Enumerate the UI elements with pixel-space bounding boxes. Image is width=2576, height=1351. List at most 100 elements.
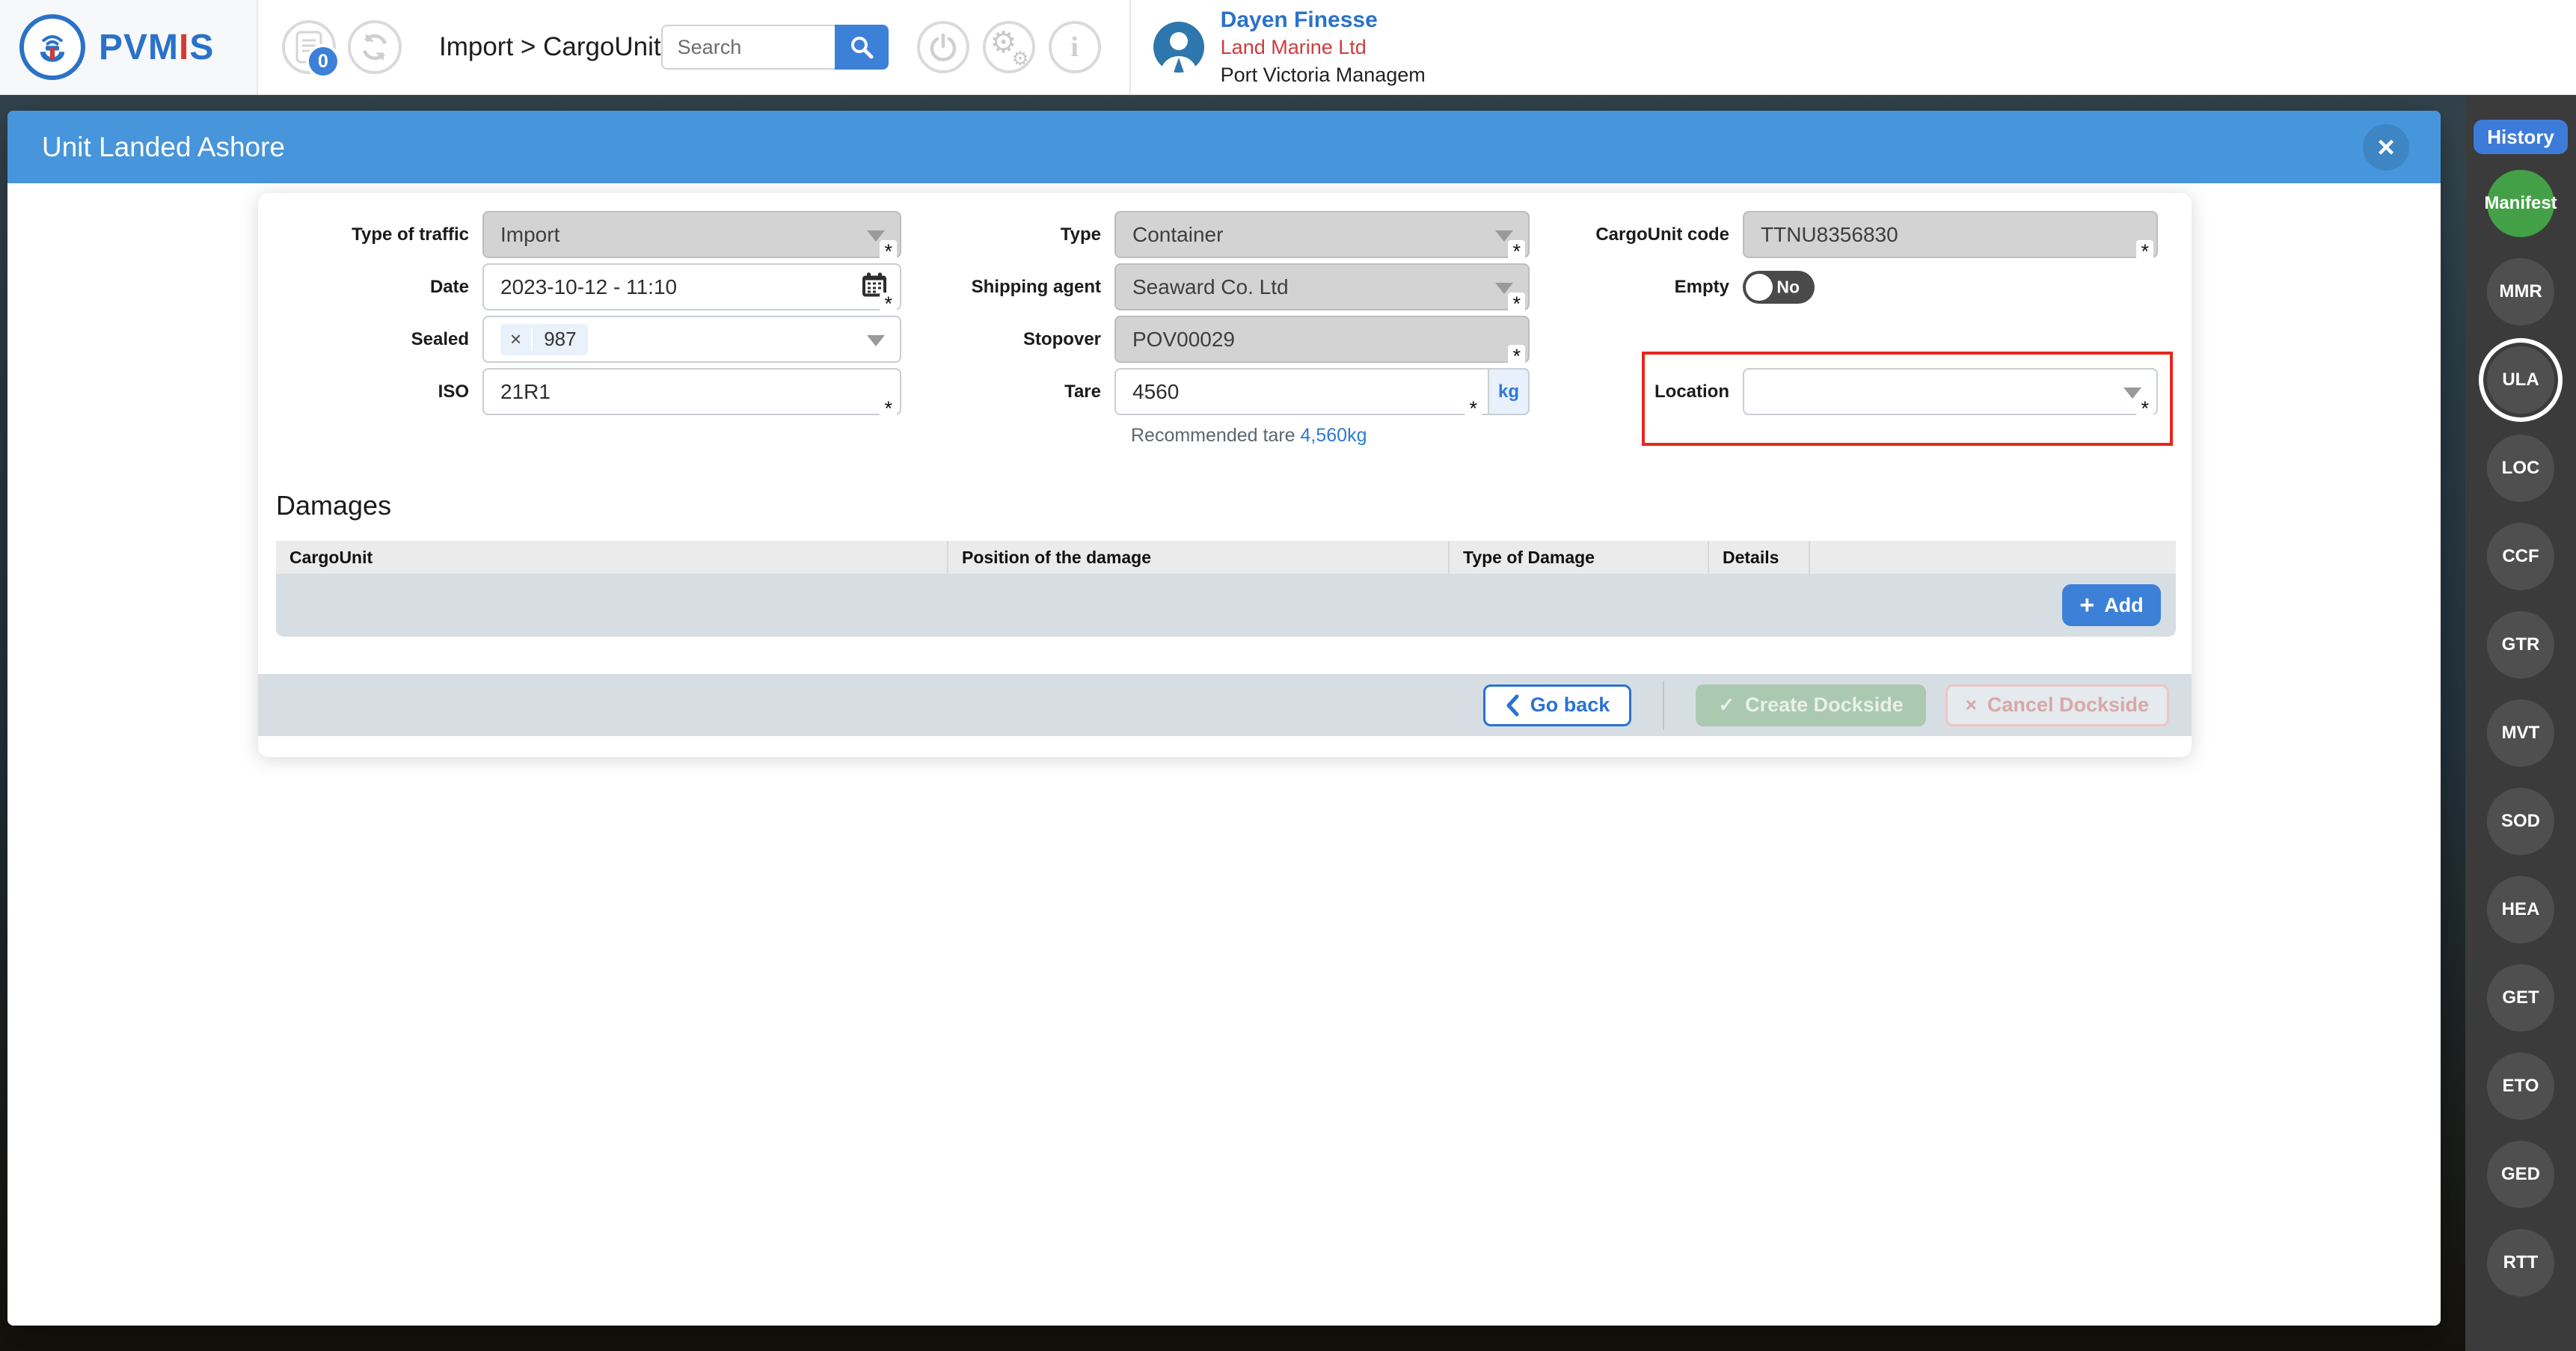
sidebar-nav-item[interactable]: SOD	[2487, 788, 2554, 855]
search-icon	[850, 37, 874, 59]
app-logo-icon	[19, 14, 85, 80]
toggle-knob	[1746, 273, 1773, 301]
required-marker: *	[880, 292, 897, 314]
right-sidebar: History Manifest MMR ULA LOC CCF GTR MVT…	[2465, 95, 2576, 1351]
avatar	[1153, 22, 1204, 73]
close-icon: ×	[2377, 130, 2395, 164]
recommended-tare-link[interactable]: 4,560kg	[1301, 425, 1367, 446]
required-marker: *	[880, 240, 897, 262]
sealed-label: Sealed	[411, 328, 469, 349]
sidebar-nav-item[interactable]: LOC	[2487, 435, 2554, 502]
sidebar-nav-item[interactable]: RTT	[2487, 1229, 2554, 1296]
search-button[interactable]	[834, 25, 889, 70]
cargo-unit-form-card: Type of traffic Import * Date 2023-10-12…	[258, 193, 2192, 757]
type-of-traffic-select: Import *	[482, 211, 901, 262]
tare-unit-addon: kg	[1488, 368, 1530, 415]
type-of-traffic-label: Type of traffic	[352, 224, 469, 245]
damages-section-title: Damages	[276, 490, 392, 521]
cargounit-code-label: CargoUnit code	[1595, 224, 1729, 245]
damages-column-header	[1809, 541, 2176, 574]
plus-icon: +	[2079, 591, 2095, 619]
close-modal-button[interactable]: ×	[2363, 123, 2409, 171]
remove-chip-icon[interactable]: ×	[500, 328, 533, 351]
power-icon	[930, 33, 956, 61]
damages-column-header: Details	[1708, 541, 1810, 574]
settings-button[interactable]: ⚙ ⚙	[982, 21, 1035, 73]
required-marker: *	[2136, 397, 2153, 419]
required-marker: *	[1508, 345, 1525, 367]
x-icon: ×	[1965, 693, 1977, 716]
user-menu[interactable]: Dayen Finesse Land Marine Ltd Port Victo…	[1131, 0, 2576, 94]
user-company: Land Marine Ltd	[1220, 35, 1367, 58]
logout-button[interactable]	[916, 21, 969, 73]
empty-toggle[interactable]: No	[1743, 270, 1815, 304]
required-marker: *	[1508, 292, 1525, 314]
search-input[interactable]	[660, 25, 835, 70]
seal-chip: × 987	[500, 323, 588, 355]
history-button[interactable]: History	[2474, 120, 2568, 154]
required-marker: *	[1465, 397, 1482, 419]
documents-button[interactable]: 0	[282, 20, 340, 79]
type-select: Container *	[1114, 211, 1530, 262]
stopover-input: POV00029 *	[1114, 316, 1530, 367]
sealed-multiselect[interactable]: × 987	[482, 316, 901, 363]
refresh-icon	[363, 33, 387, 61]
pending-count-badge: 0	[306, 44, 340, 79]
sidebar-nav-item[interactable]: ETO	[2487, 1053, 2554, 1120]
recommended-tare-note: Recommended tare 4,560kg	[1131, 425, 1367, 446]
sidebar-nav-item[interactable]: MVT	[2487, 699, 2554, 767]
info-button[interactable]: i	[1048, 21, 1101, 73]
anchor-icon	[40, 35, 65, 62]
shipping-agent-label: Shipping agent	[971, 276, 1101, 297]
footer-divider	[1663, 680, 1665, 730]
tare-label: Tare	[1064, 381, 1101, 402]
damages-empty-row: + Add	[276, 574, 2176, 637]
logo-section: PVMIS	[0, 0, 258, 94]
sidebar-nav-item[interactable]: GED	[2487, 1141, 2554, 1208]
add-damage-button[interactable]: + Add	[2062, 584, 2161, 626]
create-dockside-button[interactable]: ✓ Create Dockside	[1696, 684, 1926, 726]
damages-table: CargoUnit Position of the damage Type of D…	[276, 541, 2176, 637]
iso-label: ISO	[438, 381, 469, 402]
tare-input[interactable]: 4560 * kg	[1114, 368, 1530, 419]
sidebar-nav-item[interactable]: CCF	[2487, 523, 2554, 590]
top-bar: PVMIS 0 Import > CargoUnit Search ⚙ ⚙ i …	[0, 0, 2576, 95]
location-select[interactable]: *	[1743, 368, 2158, 419]
sidebar-nav-item[interactable]: ULA	[2487, 346, 2554, 414]
damages-column-header: Position of the damage	[948, 541, 1450, 574]
iso-input[interactable]: 21R1 *	[482, 368, 901, 419]
sidebar-nav-item[interactable]: Manifest	[2484, 170, 2557, 237]
location-label: Location	[1655, 381, 1729, 402]
date-input[interactable]: 2023-10-12 - 11:10 *	[482, 263, 901, 314]
required-marker: *	[2136, 240, 2153, 262]
sidebar-nav-item[interactable]: GTR	[2487, 611, 2554, 678]
chevron-down-icon	[867, 334, 885, 346]
info-icon: i	[1070, 31, 1079, 63]
required-marker: *	[1508, 240, 1525, 262]
go-back-button[interactable]: Go back	[1482, 684, 1632, 726]
sidebar-nav-item[interactable]: GET	[2487, 964, 2554, 1032]
person-icon	[1160, 32, 1197, 73]
cancel-dockside-button[interactable]: × Cancel Dockside	[1945, 684, 2169, 726]
chevron-left-icon	[1506, 694, 1519, 716]
modal-title: Unit Landed Ashore	[42, 131, 286, 162]
toggle-state-label: No	[1776, 277, 1800, 296]
damages-column-header: Type of Damage	[1449, 541, 1709, 574]
user-name: Dayen Finesse	[1220, 7, 1378, 32]
stopover-label: Stopover	[1022, 328, 1101, 349]
modal-header: Unit Landed Ashore ×	[7, 111, 2441, 183]
damages-table-header-row: CargoUnit Position of the damage Type of D…	[276, 541, 2176, 574]
form-footer-bar: Go back ✓ Create Dockside × Cancel Docks…	[258, 674, 2192, 736]
refresh-button[interactable]	[348, 20, 402, 74]
sidebar-nav-item[interactable]: HEA	[2487, 876, 2554, 943]
sidebar-nav-item[interactable]: MMR	[2487, 258, 2554, 325]
date-label: Date	[429, 276, 469, 297]
damages-column-header: CargoUnit	[276, 541, 948, 574]
app-logo-text: PVMIS	[99, 27, 215, 67]
required-marker: *	[880, 397, 897, 419]
check-icon: ✓	[1718, 693, 1735, 716]
empty-label: Empty	[1674, 276, 1729, 297]
unit-landed-ashore-modal: Unit Landed Ashore × Type of traffic Imp…	[7, 111, 2441, 1326]
type-label: Type	[1060, 224, 1101, 245]
